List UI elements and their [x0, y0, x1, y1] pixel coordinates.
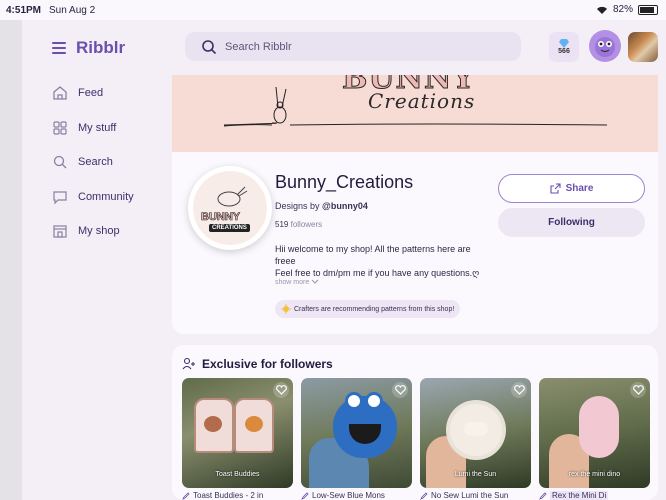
bio-line: Hii welcome to my shop! All the patterns… [275, 244, 471, 266]
following-button[interactable]: Following [498, 208, 645, 237]
heart-icon[interactable] [630, 382, 646, 398]
pattern-caption: rex the mini dino [568, 471, 621, 478]
pencil-icon [420, 491, 428, 500]
dino-toy [579, 396, 619, 458]
monster-eye [345, 392, 363, 410]
bio-line: Feel free to dm/pm me if you have any qu… [275, 268, 480, 278]
sidebar-item-label: Search [78, 156, 113, 169]
avatar[interactable] [628, 32, 658, 62]
home-icon [53, 86, 67, 100]
recommendation-text: Crafters are recommending patterns from … [294, 305, 455, 313]
sun-icon [281, 304, 291, 314]
left-edge-strip [0, 20, 22, 500]
sidebar-item-label: Community [78, 190, 134, 203]
following-label: Following [548, 217, 595, 228]
brand: Ribblr [52, 38, 125, 58]
pattern-card[interactable]: rex the mini dino [539, 378, 650, 488]
sidebar-item-label: My shop [78, 225, 120, 238]
follower-label: followers [290, 220, 323, 229]
bear-face [204, 416, 222, 432]
share-label: Share [565, 183, 594, 194]
designs-by: Designs by @bunny04 [275, 201, 368, 211]
designer-link[interactable]: @bunny04 [322, 201, 368, 211]
designs-by-prefix: Designs by [275, 201, 320, 211]
share-button[interactable]: Share [498, 174, 645, 203]
pencil-icon [182, 491, 190, 500]
pattern-title-text: Rex the Mini Di [550, 491, 609, 500]
monster-eye [365, 392, 383, 410]
shop-logo: BUNNY CREATIONS [188, 166, 272, 250]
sidebar-item-search[interactable]: Search [52, 145, 134, 180]
status-bar: 4:51PM Sun Aug 2 82% [0, 0, 666, 20]
show-more-button[interactable]: show more [275, 279, 319, 286]
gems-count: 566 [558, 48, 570, 55]
chevron-down-icon [311, 279, 319, 284]
section-header: Exclusive for followers [182, 357, 333, 371]
shop-name: Bunny_Creations [275, 172, 414, 192]
bunny-line-art [223, 86, 608, 127]
pattern-card[interactable] [301, 378, 412, 488]
sidebar-item-my-shop[interactable]: My shop [52, 214, 134, 249]
menu-icon[interactable] [52, 42, 66, 54]
grid-icon [53, 121, 67, 135]
sidebar-item-my-stuff[interactable]: My stuff [52, 111, 134, 146]
exclusive-section: Exclusive for followers Toast Buddies To… [172, 345, 658, 500]
search-icon [53, 156, 67, 169]
sidebar: Ribblr Feed My stuff Search Community My… [22, 20, 172, 500]
shop-profile-card: BUNNY CREATIONS Bunny_Creations Designs … [172, 152, 658, 334]
sidebar-item-label: My stuff [78, 121, 117, 134]
status-date: Sun Aug 2 [49, 4, 96, 16]
status-time: 4:51PM [6, 4, 42, 16]
search-input[interactable] [225, 40, 485, 53]
followers[interactable]: 519 followers [275, 220, 322, 229]
pattern-title-text: Toast Buddies - 2 in [193, 491, 264, 500]
shop-bio: Hii welcome to my shop! All the patterns… [275, 243, 491, 279]
logo-text: BUNNY [201, 211, 241, 224]
recommendation-badge: Crafters are recommending patterns from … [275, 300, 461, 318]
pattern-title[interactable]: Toast Buddies - 2 in [182, 491, 293, 500]
pattern-caption: Lumi the Sun [454, 471, 497, 478]
brand-logo[interactable]: Ribblr [76, 38, 125, 58]
sidebar-nav: Feed My stuff Search Community My shop [52, 76, 134, 249]
wifi-icon [596, 6, 607, 14]
heart-icon[interactable] [511, 382, 527, 398]
battery-percent: 82% [612, 4, 633, 15]
bunny-logo-icon [217, 186, 248, 207]
pencil-icon [539, 491, 547, 500]
pattern-title[interactable]: No Sew Lumi the Sun [420, 491, 531, 500]
share-icon [550, 183, 561, 194]
mascot-icon[interactable] [589, 30, 621, 62]
pattern-title-text: No Sew Lumi the Sun [431, 491, 509, 500]
status-right: 82% [596, 4, 658, 15]
logo-subtext: CREATIONS [209, 224, 250, 232]
battery-icon [638, 4, 658, 15]
heart-icon[interactable] [392, 382, 408, 398]
pencil-icon [301, 491, 309, 500]
sidebar-item-feed[interactable]: Feed [52, 76, 134, 111]
shop-icon [53, 225, 67, 238]
user-plus-icon [182, 357, 195, 370]
sun-face [464, 422, 488, 436]
sidebar-item-community[interactable]: Community [52, 180, 134, 215]
heart-icon[interactable] [273, 382, 289, 398]
pattern-card[interactable]: Lumi the Sun [420, 378, 531, 488]
show-more-label: show more [275, 279, 310, 286]
gems-balance[interactable]: 566 [549, 32, 579, 62]
sidebar-item-label: Feed [78, 87, 104, 100]
pattern-title[interactable]: Low-Sew Blue Mons [301, 491, 412, 500]
follower-count: 519 [275, 220, 289, 229]
pattern-title-text: Low-Sew Blue Mons [312, 491, 385, 500]
chat-icon [53, 191, 67, 205]
pattern-title[interactable]: Rex the Mini Di [539, 491, 650, 500]
mascot-face-icon [595, 37, 615, 57]
fox-face [245, 416, 263, 432]
pattern-caption: Toast Buddies [215, 471, 260, 478]
pattern-card[interactable]: Toast Buddies [182, 378, 293, 488]
section-title: Exclusive for followers [202, 357, 333, 371]
shop-banner: BUNNY Creations [172, 75, 658, 152]
gem-icon [559, 39, 569, 48]
search-icon [202, 39, 217, 54]
search-bar[interactable] [185, 32, 521, 61]
